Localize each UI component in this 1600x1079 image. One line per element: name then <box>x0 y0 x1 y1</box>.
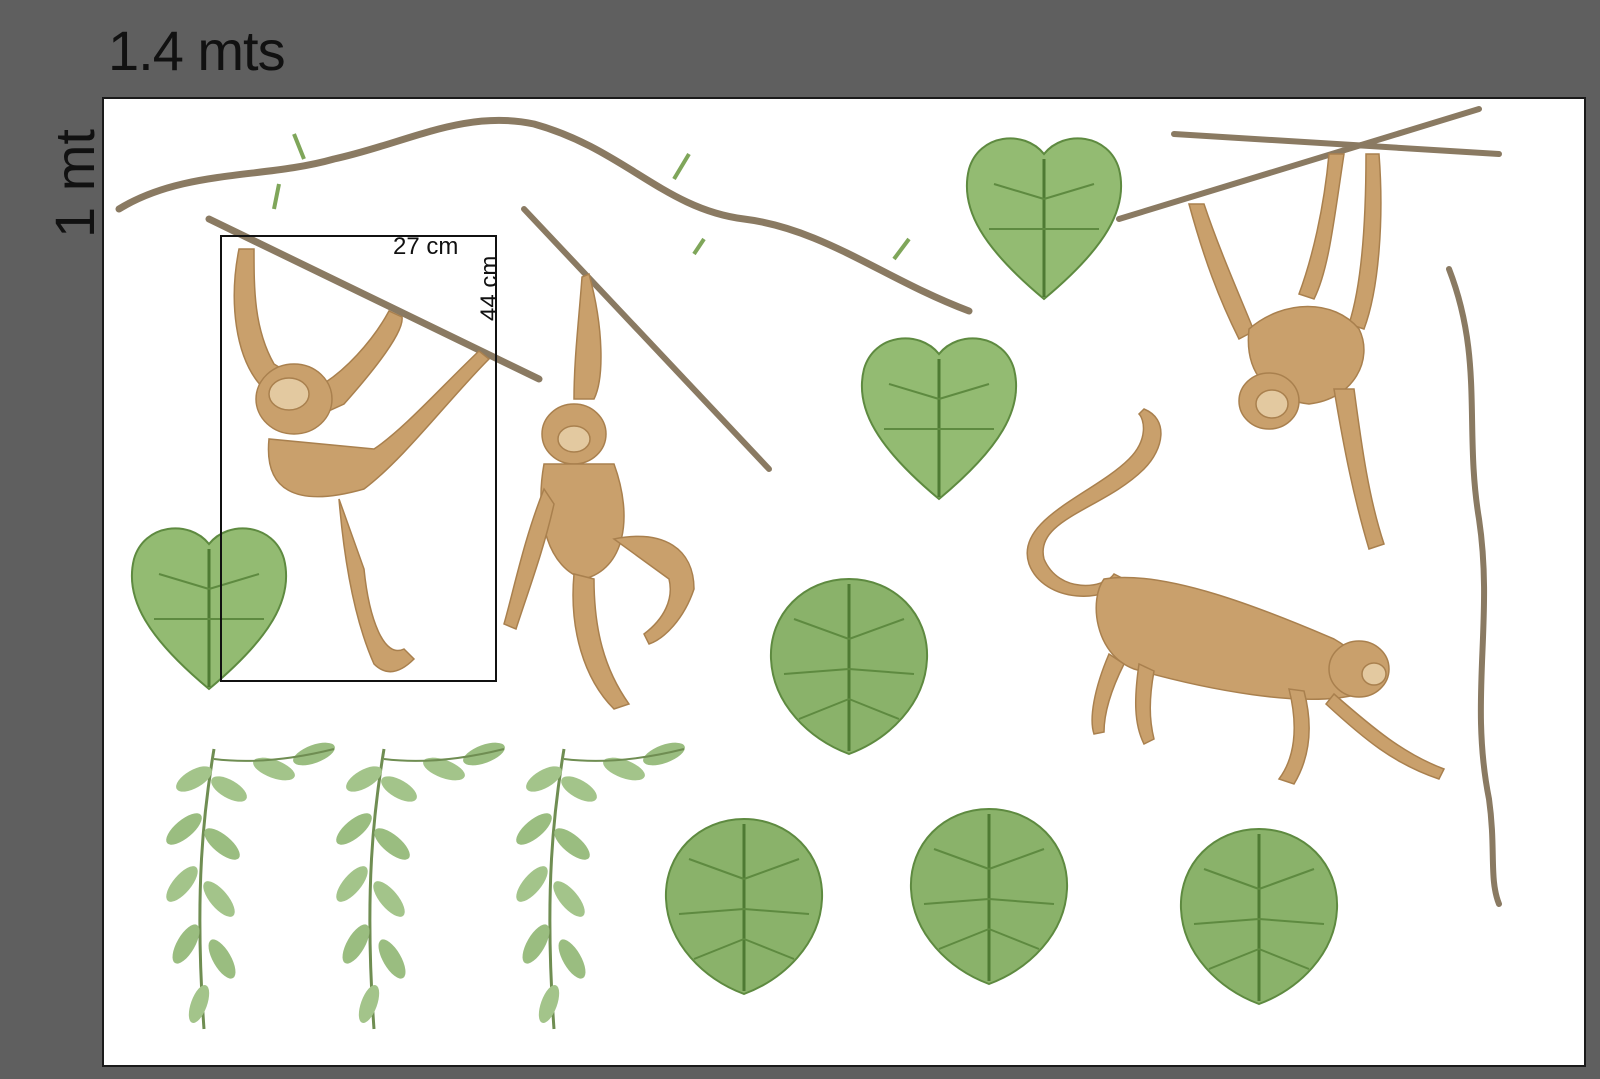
leaf-monstera-4 <box>1179 827 1339 1006</box>
sample-measure-box <box>220 235 497 682</box>
leaf-vine-1 <box>159 736 340 1031</box>
width-dimension-label: 1.4 mts <box>108 19 286 82</box>
leaf-vine-2 <box>329 736 510 1031</box>
decal-sheet: 27 cm 44 cm <box>102 97 1586 1067</box>
leaf-vine-3 <box>509 736 690 1031</box>
sample-width-label: 27 cm <box>393 233 459 260</box>
leaf-monstera-2 <box>664 817 824 996</box>
leaf-monstera-1 <box>769 577 929 756</box>
leaf-heart-1 <box>965 136 1123 301</box>
long-vine <box>1446 266 1502 907</box>
leaf-monstera-3 <box>909 807 1069 986</box>
monkey-walking <box>1026 408 1446 785</box>
height-dimension-label: 1 mt <box>43 129 106 238</box>
monkey-hanging-2 <box>503 272 695 710</box>
leaf-heart-2 <box>860 336 1018 501</box>
branch-top-right <box>1116 106 1502 222</box>
monkey-hanging-3 <box>1188 153 1385 550</box>
sample-height-label: 44 cm <box>476 255 503 321</box>
